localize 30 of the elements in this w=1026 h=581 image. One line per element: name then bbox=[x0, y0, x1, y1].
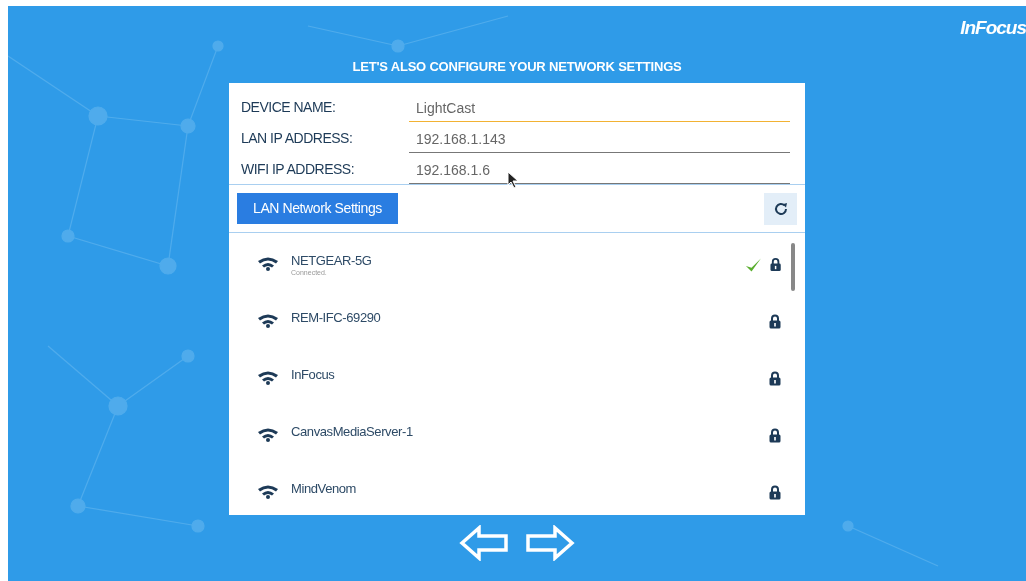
right-arrow-icon bbox=[525, 524, 575, 561]
lan-settings-button[interactable]: LAN Network Settings bbox=[237, 193, 398, 224]
field-label: LAN IP ADDRESS: bbox=[241, 128, 354, 148]
pointer-icon bbox=[507, 171, 519, 189]
field-label: WIFI IP ADDRESS: bbox=[241, 159, 356, 179]
logo: InFocus bbox=[960, 16, 1026, 40]
back-button[interactable] bbox=[459, 524, 509, 561]
field-label: DEVICE NAME: bbox=[241, 97, 337, 117]
refresh-icon bbox=[772, 200, 789, 217]
wifi-icon bbox=[257, 483, 279, 499]
network-item[interactable]: MindVenom bbox=[229, 460, 805, 515]
network-item[interactable]: CanvasMediaServer-1 bbox=[229, 403, 805, 461]
scrollbar[interactable] bbox=[791, 242, 795, 291]
network-name: MindVenom bbox=[291, 480, 357, 496]
input-field[interactable]: LightCast bbox=[409, 97, 790, 122]
network-item[interactable]: InFocus bbox=[229, 346, 805, 404]
left-arrow-icon bbox=[459, 524, 509, 561]
input-field[interactable]: 192.168.1.143 bbox=[409, 128, 790, 153]
wifi-icon bbox=[257, 255, 279, 271]
refresh-button[interactable] bbox=[764, 192, 797, 225]
wifi-icon bbox=[257, 369, 279, 385]
page-heading: LET'S ALSO CONFIGURE YOUR NETWORK SETTINGS bbox=[352, 58, 682, 76]
network-name: CanvasMediaServer-1 bbox=[291, 423, 413, 439]
network-name: REM-IFC-69290 bbox=[291, 309, 381, 325]
network-name: InFocus bbox=[291, 366, 335, 382]
wifi-icon bbox=[257, 312, 279, 328]
network-name: NETGEAR-5G bbox=[291, 252, 372, 268]
next-button[interactable] bbox=[525, 524, 575, 561]
wifi-icon bbox=[257, 426, 279, 442]
network-item[interactable]: REM-IFC-69290 bbox=[229, 289, 805, 347]
